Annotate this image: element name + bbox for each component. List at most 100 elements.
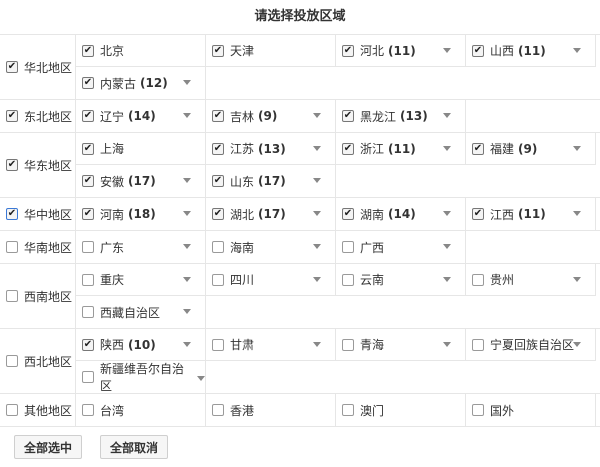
province-checkbox[interactable] (472, 208, 484, 220)
province-item[interactable]: 山西(11) (466, 35, 596, 67)
province-checkbox[interactable] (212, 273, 224, 286)
province-item[interactable]: 福建(9) (466, 133, 596, 165)
province-item[interactable]: 青海 (336, 329, 466, 361)
province-item[interactable]: 西藏自治区 (76, 296, 206, 328)
chevron-down-icon[interactable] (573, 342, 581, 347)
chevron-down-icon[interactable] (573, 48, 581, 53)
province-item[interactable]: 吉林(9) (206, 100, 336, 132)
chevron-down-icon[interactable] (313, 244, 321, 249)
province-checkbox[interactable] (342, 110, 354, 122)
chevron-down-icon[interactable] (197, 375, 205, 381)
region-checkbox-item[interactable]: 其他地区 (0, 394, 76, 426)
select-all-button[interactable]: 全部选中 (14, 435, 83, 459)
province-checkbox[interactable] (472, 44, 484, 57)
province-checkbox[interactable] (472, 273, 484, 286)
cancel-all-button[interactable]: 全部取消 (100, 435, 169, 459)
province-item[interactable]: 上海 (76, 133, 206, 165)
chevron-down-icon[interactable] (183, 309, 191, 314)
province-checkbox[interactable] (82, 306, 94, 318)
region-checkbox-item[interactable]: 华东地区 (0, 133, 76, 197)
chevron-down-icon[interactable] (183, 277, 191, 282)
province-item[interactable]: 海南 (206, 231, 336, 263)
province-item[interactable]: 山东(17) (206, 165, 336, 197)
chevron-down-icon[interactable] (183, 244, 191, 249)
province-item[interactable]: 江西(11) (466, 198, 596, 230)
province-item[interactable]: 贵州 (466, 264, 596, 296)
province-checkbox[interactable] (82, 142, 94, 155)
province-item[interactable]: 陕西(10) (76, 329, 206, 361)
province-item[interactable]: 四川 (206, 264, 336, 296)
region-checkbox[interactable] (6, 404, 18, 416)
province-checkbox[interactable] (342, 208, 354, 220)
chevron-down-icon[interactable] (313, 211, 321, 216)
province-checkbox[interactable] (472, 142, 484, 155)
chevron-down-icon[interactable] (443, 244, 451, 249)
province-item[interactable]: 天津 (206, 35, 336, 67)
chevron-down-icon[interactable] (183, 113, 191, 118)
chevron-down-icon[interactable] (443, 211, 451, 216)
province-item[interactable]: 江苏(13) (206, 133, 336, 165)
province-checkbox[interactable] (342, 142, 354, 155)
province-item[interactable]: 浙江(11) (336, 133, 466, 165)
province-checkbox[interactable] (82, 338, 94, 351)
province-checkbox[interactable] (212, 241, 224, 253)
chevron-down-icon[interactable] (573, 146, 581, 151)
region-checkbox[interactable] (6, 241, 18, 253)
province-item[interactable]: 安徽(17) (76, 165, 206, 197)
province-item[interactable]: 澳门 (336, 394, 466, 426)
chevron-down-icon[interactable] (443, 113, 451, 118)
province-checkbox[interactable] (212, 44, 224, 57)
province-item[interactable]: 辽宁(14) (76, 100, 206, 132)
province-item[interactable]: 重庆 (76, 264, 206, 296)
chevron-down-icon[interactable] (183, 80, 191, 85)
chevron-down-icon[interactable] (573, 277, 581, 282)
region-checkbox[interactable] (6, 110, 18, 122)
province-checkbox[interactable] (342, 273, 354, 286)
chevron-down-icon[interactable] (183, 211, 191, 216)
province-item[interactable]: 甘肃 (206, 329, 336, 361)
province-checkbox[interactable] (82, 77, 94, 89)
region-checkbox[interactable] (6, 159, 18, 171)
province-checkbox[interactable] (342, 241, 354, 253)
province-checkbox[interactable] (82, 208, 94, 220)
province-item[interactable]: 北京 (76, 35, 206, 67)
province-item[interactable]: 黑龙江(13) (336, 100, 466, 132)
province-checkbox[interactable] (212, 208, 224, 220)
region-checkbox-item[interactable]: 华南地区 (0, 231, 76, 263)
province-item[interactable]: 新疆维吾尔自治区 (76, 361, 206, 393)
province-checkbox[interactable] (472, 404, 484, 416)
province-checkbox[interactable] (212, 110, 224, 122)
region-checkbox-item[interactable]: 华北地区 (0, 35, 76, 99)
province-checkbox[interactable] (342, 338, 354, 351)
province-item[interactable]: 香港 (206, 394, 336, 426)
province-checkbox[interactable] (82, 273, 94, 286)
province-item[interactable]: 湖南(14) (336, 198, 466, 230)
region-checkbox-item[interactable]: 西南地区 (0, 264, 76, 328)
region-checkbox[interactable] (6, 61, 18, 73)
chevron-down-icon[interactable] (183, 342, 191, 347)
province-checkbox[interactable] (82, 404, 94, 416)
chevron-down-icon[interactable] (443, 277, 451, 282)
chevron-down-icon[interactable] (183, 178, 191, 183)
province-checkbox[interactable] (82, 175, 94, 187)
chevron-down-icon[interactable] (443, 146, 451, 151)
province-item[interactable]: 广东 (76, 231, 206, 263)
province-checkbox[interactable] (82, 110, 94, 122)
chevron-down-icon[interactable] (443, 342, 451, 347)
province-checkbox[interactable] (212, 338, 224, 351)
province-item[interactable]: 云南 (336, 264, 466, 296)
province-item[interactable]: 广西 (336, 231, 466, 263)
region-checkbox-item[interactable]: 东北地区 (0, 100, 76, 132)
region-checkbox[interactable] (6, 290, 18, 302)
province-checkbox[interactable] (212, 175, 224, 187)
chevron-down-icon[interactable] (313, 178, 321, 183)
province-item[interactable]: 湖北(17) (206, 198, 336, 230)
province-item[interactable]: 河南(18) (76, 198, 206, 230)
chevron-down-icon[interactable] (443, 48, 451, 53)
province-item[interactable]: 宁夏回族自治区 (466, 329, 596, 361)
region-checkbox-item[interactable]: 西北地区 (0, 329, 76, 393)
province-checkbox[interactable] (82, 44, 94, 57)
province-checkbox[interactable] (82, 241, 94, 253)
province-checkbox[interactable] (212, 142, 224, 155)
province-item[interactable]: 内蒙古(12) (76, 67, 206, 99)
